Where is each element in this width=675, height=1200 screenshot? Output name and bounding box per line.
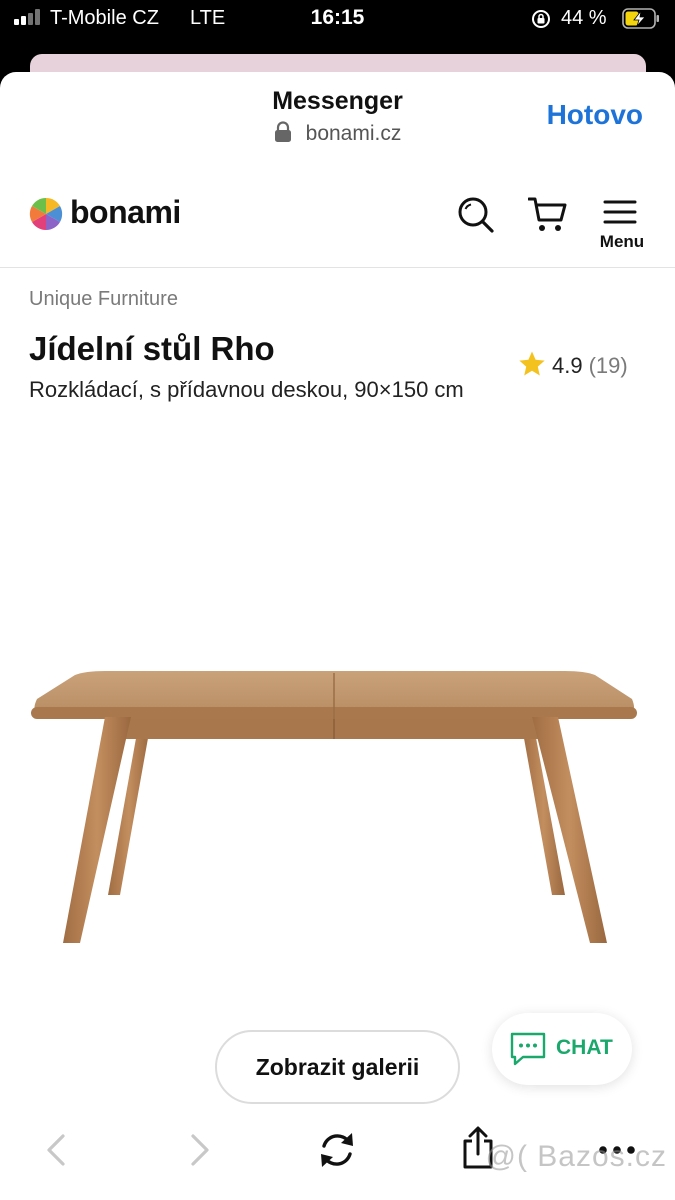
chat-bubble-icon (510, 1032, 546, 1066)
hamburger-icon[interactable] (603, 199, 637, 225)
watermark: @( Bazos.cz (485, 1140, 667, 1173)
rating-value: 4.9 (552, 353, 583, 378)
product-image[interactable] (25, 667, 645, 979)
rating-count: (19) (588, 353, 628, 378)
product-title: Jídelní stůl Rho (29, 330, 275, 367)
url-text: bonami.cz (305, 122, 402, 145)
lock-icon (274, 121, 291, 142)
cart-icon[interactable] (528, 196, 568, 234)
product-brand[interactable]: Unique Furniture (29, 288, 178, 311)
battery-percent: 44 % (561, 7, 607, 29)
chat-button[interactable]: CHAT (492, 1013, 632, 1085)
logo-text[interactable]: bonami (70, 194, 181, 231)
star-icon (519, 351, 545, 376)
status-bar: T-Mobile CZ LTE 16:15 44 % (0, 0, 675, 40)
rotation-lock-icon (532, 10, 550, 28)
chat-label: CHAT (556, 1036, 613, 1059)
product-rating[interactable]: 4.9 (19) (518, 350, 628, 379)
search-icon[interactable] (457, 196, 495, 234)
battery-charging-icon (622, 8, 659, 29)
menu-label[interactable]: Menu (590, 232, 654, 252)
done-button[interactable]: Hotovo (547, 99, 643, 131)
header-divider (0, 267, 675, 268)
webview-sheet: Messenger bonami.cz Hotovo bonami Menu U… (0, 72, 675, 1200)
show-gallery-button[interactable]: Zobrazit galerii (215, 1030, 460, 1104)
reload-icon[interactable] (316, 1129, 358, 1171)
forward-icon[interactable] (188, 1132, 212, 1168)
bonami-logo-icon[interactable] (28, 196, 64, 232)
back-icon[interactable] (44, 1132, 68, 1168)
product-subtitle: Rozkládací, s přídavnou deskou, 90×150 c… (29, 377, 464, 402)
